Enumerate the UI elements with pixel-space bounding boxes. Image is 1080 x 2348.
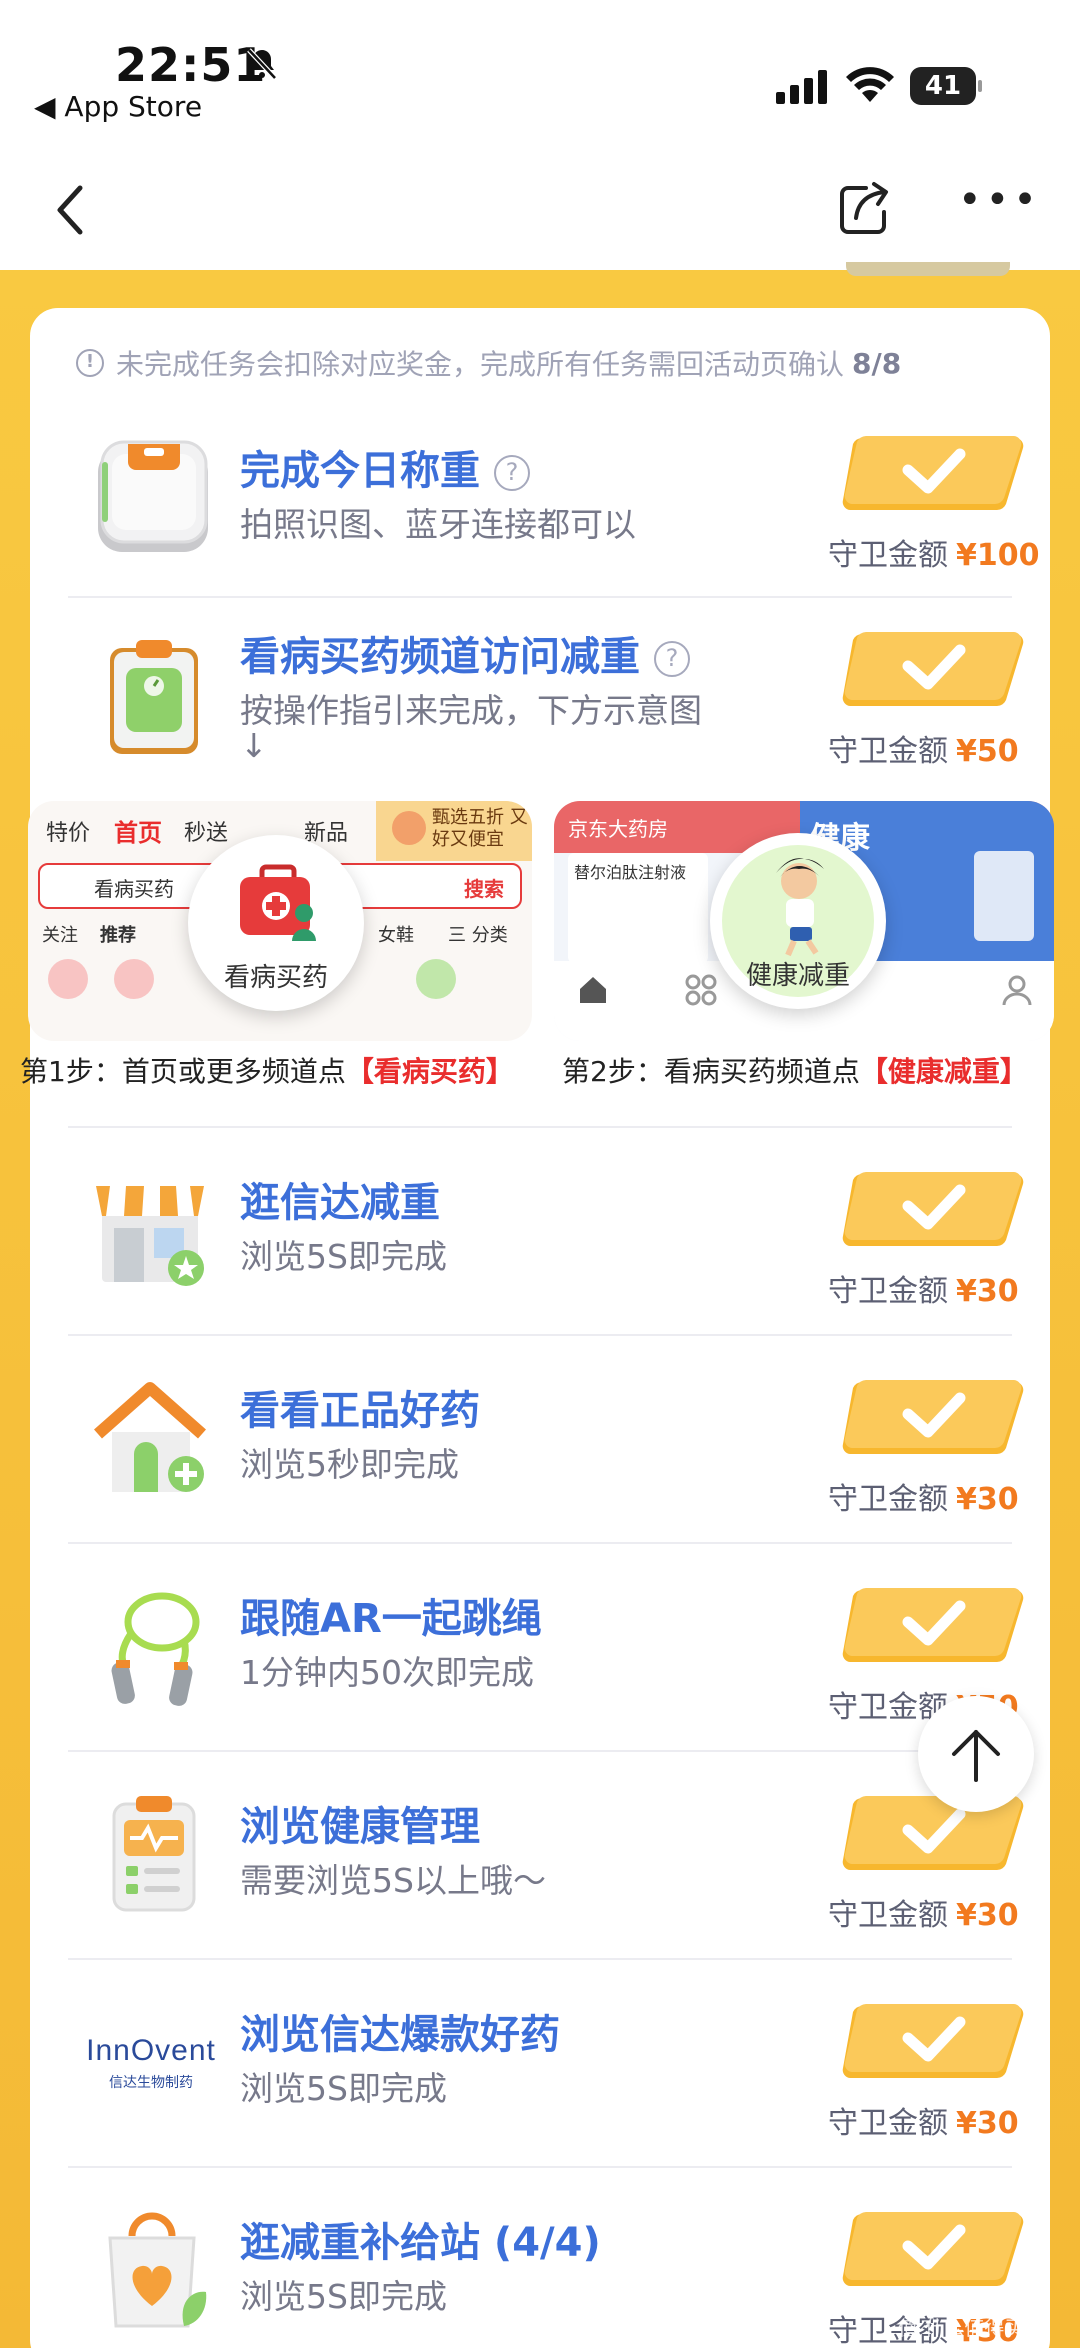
task-desc: 1分钟内50次即完成 <box>240 1653 534 1692</box>
bell-slash-icon <box>247 48 277 80</box>
completed-check-button[interactable] <box>840 432 1026 514</box>
divider <box>68 1126 1012 1128</box>
battery-level: 41 <box>910 67 976 105</box>
task-title: 跟随AR一起跳绳 <box>240 1596 542 1642</box>
top-tab-edge <box>846 262 1010 276</box>
list-item[interactable]: 看病买药频道访问减重? 按操作指引来完成，下方示意图 ↓ 守卫金额 ¥50 <box>68 608 1024 808</box>
info-icon: ! <box>76 349 104 377</box>
arrow-up-icon <box>952 1730 1000 1782</box>
health-report-icon <box>112 1796 196 1912</box>
task-notice: ! 未完成任务会扣除对应奖金，完成所有任务需回活动页确认 8/8 <box>76 338 1016 388</box>
task-title: 看病买药频道访问减重? <box>240 624 690 682</box>
reward-amount: 守卫金额 ¥30 <box>828 1898 1019 1933</box>
divider <box>68 1750 1012 1752</box>
store-icon <box>96 1186 204 1286</box>
task-desc-arrow: ↓ <box>240 726 268 765</box>
reward-amount: 守卫金额 ¥30 <box>828 1482 1019 1517</box>
list-item[interactable]: InnOvent 信达生物制药 浏览信达爆款好药 浏览5S即完成 守卫金额 ¥30 <box>68 1982 1024 2162</box>
status-bar: 22:51 ◀ App Store 41 <box>0 0 1080 150</box>
step2-caption: 第2步：看病买药频道点【健康减重】 <box>562 1055 1028 1088</box>
battery-icon: 41 <box>910 67 982 105</box>
more-options-icon[interactable]: ••• <box>958 180 1037 230</box>
clipboard-scale-icon <box>110 640 198 754</box>
divider <box>68 1542 1012 1544</box>
back-arrow-icon[interactable] <box>50 180 90 240</box>
heart-bag-icon <box>108 2212 207 2328</box>
list-item[interactable]: 跟随AR一起跳绳 1分钟内50次即完成 守卫金额¥50 <box>68 1566 1024 1746</box>
mini-tab: 秒送 <box>184 821 229 846</box>
divider <box>68 1334 1012 1336</box>
mini-tab: 首页 <box>114 819 162 847</box>
reward-amount: 守卫金额 ¥30 <box>828 1274 1019 1309</box>
jump-rope-icon <box>111 1592 200 1706</box>
profile-icon <box>1002 975 1032 1006</box>
step2-screenshot: 京东大药房 替尔泊肽注射液 健康 健康减重 <box>554 801 1054 1041</box>
reward-amount: 守卫金额 ¥30 <box>828 2106 1019 2141</box>
first-aid-kit-icon <box>240 864 316 941</box>
innovent-logo: InnOvent 信达生物制药 <box>86 2034 216 2091</box>
task-title: 看看正品好药 <box>240 1388 480 1434</box>
wifi-icon <box>846 67 894 102</box>
task-list-card: ! 未完成任务会扣除对应奖金，完成所有任务需回活动页确认 8/8 完成今日称重?… <box>20 308 1054 2348</box>
task-title: 浏览信达爆款好药 <box>240 2012 560 2058</box>
list-item[interactable]: 完成今日称重? 拍照识图、蓝牙连接都可以 守卫金额 ¥100 <box>68 418 1040 578</box>
task-desc: 需要浏览5S以上哦～ <box>240 1861 546 1900</box>
house-plus-icon <box>94 1382 206 1492</box>
task-desc: 浏览5S即完成 <box>240 1237 447 1276</box>
list-item[interactable]: 浏览健康管理 需要浏览5S以上哦～ 守卫金额 ¥30 <box>68 1774 1024 1954</box>
task-desc: 拍照识图、蓝牙连接都可以 <box>240 505 636 544</box>
completed-check-button[interactable] <box>840 1584 1026 1666</box>
divider <box>68 2166 1012 2168</box>
watermark: 值 什么值得买 <box>898 2316 1025 2340</box>
completed-check-button[interactable] <box>840 628 1026 710</box>
mini-tab: 特价 <box>46 821 91 846</box>
task-title: 浏览健康管理 <box>240 1804 480 1850</box>
help-icon[interactable]: ? <box>494 455 530 491</box>
divider <box>68 596 1012 598</box>
step1-caption: 第1步：首页或更多频道点【看病买药】 <box>20 1055 514 1088</box>
task-desc: 按操作指引来完成，下方示意图 <box>240 691 702 730</box>
list-item[interactable]: 逛信达减重 浏览5S即完成 守卫金额 ¥30 <box>68 1150 1024 1330</box>
step1-screenshot: 特价 首页 秒送 新品 甄选五折 又好又便宜 看病买药 搜索 关注 推荐 女鞋 … <box>28 801 532 1041</box>
promo-banner: 甄选五折 又好又便宜 <box>376 801 532 861</box>
list-item[interactable]: 逛减重补给站 (4/4) 浏览5S即完成 守卫金额 ¥30 <box>68 2190 1024 2348</box>
task-progress-count: 8/8 <box>852 346 902 380</box>
task-title: 完成今日称重? <box>240 438 530 496</box>
back-to-app-store[interactable]: ◀ App Store <box>34 90 202 123</box>
scale-icon <box>98 440 208 552</box>
list-item[interactable]: 看看正品好药 浏览5秒即完成 守卫金额 ¥30 <box>68 1358 1024 1538</box>
completed-check-button[interactable] <box>840 2208 1026 2290</box>
cellular-signal-icon <box>776 70 827 104</box>
cartoon-runner-icon <box>776 858 824 957</box>
task-desc: 浏览5S即完成 <box>240 2069 447 2108</box>
completed-check-button[interactable] <box>840 2000 1026 2082</box>
task-desc: 浏览5S即完成 <box>240 2277 447 2316</box>
share-icon[interactable] <box>836 178 892 238</box>
completed-check-button[interactable] <box>840 1376 1026 1458</box>
help-icon[interactable]: ? <box>654 641 690 677</box>
task-title: 逛信达减重 <box>240 1180 440 1226</box>
completed-check-button[interactable] <box>840 1168 1026 1250</box>
entry-label: 健康减重 <box>745 961 850 991</box>
entry-label: 看病买药 <box>223 963 328 993</box>
reward-amount: 守卫金额 ¥100 <box>828 538 1040 573</box>
reward-amount: 守卫金额¥50 <box>828 734 1019 769</box>
healthy-weight-loss-entry-button[interactable]: 健康减重 <box>710 833 886 1009</box>
task-desc: 浏览5秒即完成 <box>240 1445 459 1484</box>
task-title: 逛减重补给站 (4/4) <box>240 2220 601 2266</box>
scroll-to-top-button[interactable] <box>918 1696 1034 1812</box>
health-medicine-entry-button[interactable]: 看病买药 <box>188 835 364 1011</box>
notice-text: 未完成任务会扣除对应奖金，完成所有任务需回活动页确认 <box>116 348 845 381</box>
nav-bar: ••• <box>0 150 1080 270</box>
divider <box>68 1958 1012 1960</box>
home-icon <box>580 977 606 1003</box>
